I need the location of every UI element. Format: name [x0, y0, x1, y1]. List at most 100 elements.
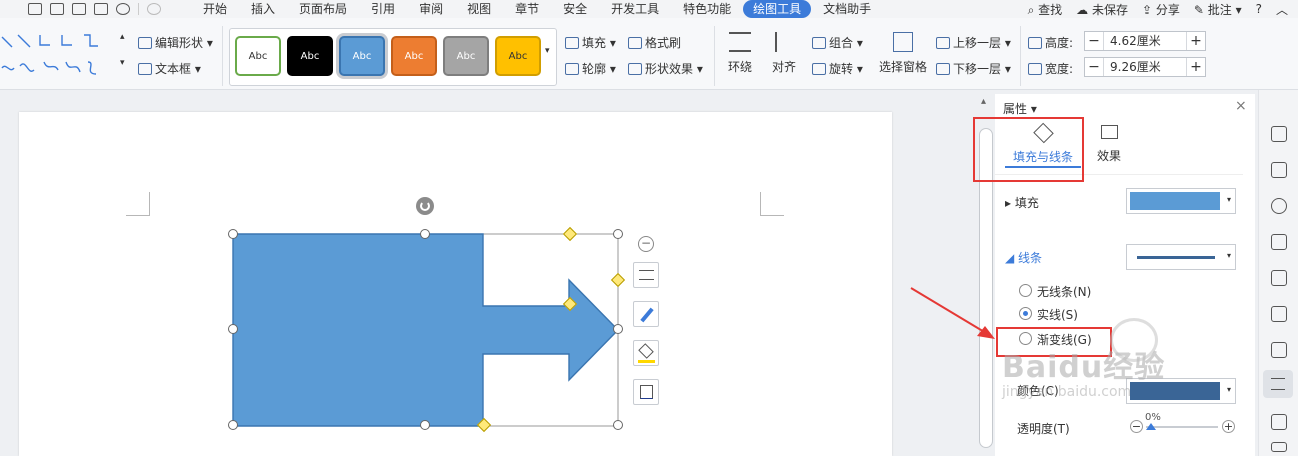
- width-increase[interactable]: +: [1187, 59, 1205, 75]
- transparency-increase[interactable]: +: [1222, 420, 1235, 433]
- tab-insert[interactable]: 插入: [239, 0, 287, 18]
- tab-drawing-tools[interactable]: 绘图工具: [743, 0, 812, 18]
- align-button[interactable]: 对齐: [766, 32, 802, 75]
- selection-pane-button[interactable]: 选择窗格: [878, 32, 928, 75]
- document-page[interactable]: −: [19, 112, 892, 456]
- shape-style-4[interactable]: Abc: [443, 36, 489, 76]
- text-box-button[interactable]: 文本框 ▾: [138, 60, 201, 77]
- tab-page-layout[interactable]: 页面布局: [287, 0, 359, 18]
- tab-effect[interactable]: 效果: [1091, 120, 1127, 168]
- share-icon[interactable]: [1271, 442, 1287, 452]
- shape-style-2[interactable]: Abc: [339, 36, 385, 76]
- line-section-toggle[interactable]: ◢ 线条: [1005, 249, 1042, 266]
- print-preview-icon[interactable]: [94, 3, 108, 15]
- fill-button[interactable]: 填充 ▾: [565, 34, 616, 51]
- panel-close-icon[interactable]: ×: [1235, 98, 1247, 114]
- search-button[interactable]: ⌕ 查找: [1028, 1, 1063, 18]
- resize-handle-n[interactable]: [420, 229, 430, 239]
- height-increase[interactable]: +: [1187, 33, 1205, 49]
- panel-title[interactable]: 属性 ▾: [1003, 100, 1037, 117]
- group-button[interactable]: 组合 ▾: [812, 34, 863, 51]
- collapse-ribbon-icon[interactable]: ︿: [1276, 1, 1288, 18]
- float-fill-button[interactable]: [633, 340, 659, 366]
- print-icon[interactable]: [72, 3, 86, 15]
- format-brush-button[interactable]: 格式刷: [628, 34, 681, 51]
- width-value[interactable]: 9.26厘米: [1103, 58, 1187, 76]
- notched-arrow-shape[interactable]: [232, 233, 619, 427]
- quick-access-toolbar: [0, 0, 161, 18]
- transparency-decrease[interactable]: −: [1130, 420, 1143, 433]
- resize-handle-sw[interactable]: [228, 420, 238, 430]
- float-format-brush-button[interactable]: [633, 301, 659, 327]
- share-button[interactable]: ⇪ 分享: [1142, 1, 1180, 18]
- transparency-slider[interactable]: [1146, 423, 1218, 430]
- help-button[interactable]: ?: [1256, 2, 1262, 16]
- line-style-dropdown[interactable]: ▾: [1126, 244, 1236, 270]
- shape-style-0[interactable]: Abc: [235, 36, 281, 76]
- arrow-shape[interactable]: [229, 230, 619, 430]
- scroll-up-arrow[interactable]: ▴: [981, 96, 986, 107]
- grid-icon[interactable]: [1271, 306, 1287, 322]
- shape-style-1[interactable]: Abc: [287, 36, 333, 76]
- width-decrease[interactable]: −: [1085, 59, 1103, 75]
- float-outline-button[interactable]: [633, 379, 659, 405]
- cursor-icon[interactable]: [1271, 162, 1287, 178]
- collapse-toolbar-icon[interactable]: −: [638, 236, 654, 252]
- fill-color-dropdown[interactable]: ▾: [1126, 188, 1236, 214]
- height-decrease[interactable]: −: [1085, 33, 1103, 49]
- send-backward-button[interactable]: 下移一层 ▾: [936, 60, 1011, 77]
- rotate-button[interactable]: 旋转 ▾: [812, 60, 863, 77]
- height-stepper[interactable]: − 4.62厘米 +: [1084, 31, 1206, 51]
- width-stepper[interactable]: − 9.26厘米 +: [1084, 57, 1206, 77]
- tab-home[interactable]: 开始: [191, 0, 239, 18]
- radio-no-line[interactable]: [1019, 284, 1032, 297]
- layers-icon[interactable]: [1271, 270, 1287, 286]
- tab-review[interactable]: 审阅: [407, 0, 455, 18]
- resize-handle-nw[interactable]: [228, 229, 238, 239]
- shapes-icon[interactable]: [1271, 234, 1287, 250]
- ribbon-expand-arrow-2[interactable]: ▾: [120, 58, 125, 68]
- image-icon[interactable]: [1271, 414, 1287, 430]
- shape-effect-button[interactable]: 形状效果 ▾: [628, 60, 703, 77]
- resize-handle-se[interactable]: [613, 420, 623, 430]
- tab-developer[interactable]: 开发工具: [599, 0, 671, 18]
- tab-section[interactable]: 章节: [503, 0, 551, 18]
- ribbon-expand-arrow[interactable]: ▴: [120, 32, 125, 42]
- text-box-icon: [138, 63, 152, 75]
- page-margin-corner-tl: [126, 192, 150, 216]
- shape-style-5[interactable]: Abc: [495, 36, 541, 76]
- connector-gallery[interactable]: [0, 32, 112, 80]
- properties-tool-selected[interactable]: [1263, 370, 1293, 398]
- pen-icon[interactable]: [1271, 126, 1287, 142]
- comment-button[interactable]: ✎ 批注 ▾: [1194, 1, 1242, 18]
- shape-style-3[interactable]: Abc: [391, 36, 437, 76]
- tab-doc-assistant[interactable]: 文档助手: [811, 0, 883, 18]
- wrap-button[interactable]: 环绕: [722, 32, 758, 75]
- height-value[interactable]: 4.62厘米: [1103, 32, 1187, 50]
- resize-handle-e[interactable]: [613, 324, 623, 334]
- redo-icon[interactable]: [147, 3, 161, 15]
- chart-icon[interactable]: [1271, 342, 1287, 358]
- fill-section-toggle[interactable]: ▸ 填充: [1005, 194, 1039, 211]
- resize-handle-s[interactable]: [420, 420, 430, 430]
- tab-references[interactable]: 引用: [359, 0, 407, 18]
- float-wrap-button[interactable]: [633, 262, 659, 288]
- unsaved-button[interactable]: ☁ 未保存: [1076, 1, 1128, 18]
- tab-view[interactable]: 视图: [455, 0, 503, 18]
- resize-handle-w[interactable]: [228, 324, 238, 334]
- edit-shape-button[interactable]: 编辑形状 ▾: [138, 34, 213, 51]
- tab-special-features[interactable]: 特色功能: [671, 0, 743, 18]
- outline-button[interactable]: 轮廓 ▾: [565, 60, 616, 77]
- export-icon[interactable]: [50, 3, 64, 15]
- rotate-handle[interactable]: [416, 197, 434, 215]
- undo-icon[interactable]: [116, 3, 130, 15]
- bring-forward-button[interactable]: 上移一层 ▾: [936, 34, 1011, 51]
- edit-shape-icon: [138, 37, 152, 49]
- transparency-slider-thumb[interactable]: [1146, 423, 1156, 430]
- style-gallery-more[interactable]: ▾: [545, 46, 550, 56]
- badge-icon[interactable]: [1271, 198, 1287, 214]
- resize-handle-ne[interactable]: [613, 229, 623, 239]
- save-icon[interactable]: [28, 3, 42, 15]
- radio-solid-line[interactable]: [1019, 307, 1032, 320]
- tab-security[interactable]: 安全: [551, 0, 599, 18]
